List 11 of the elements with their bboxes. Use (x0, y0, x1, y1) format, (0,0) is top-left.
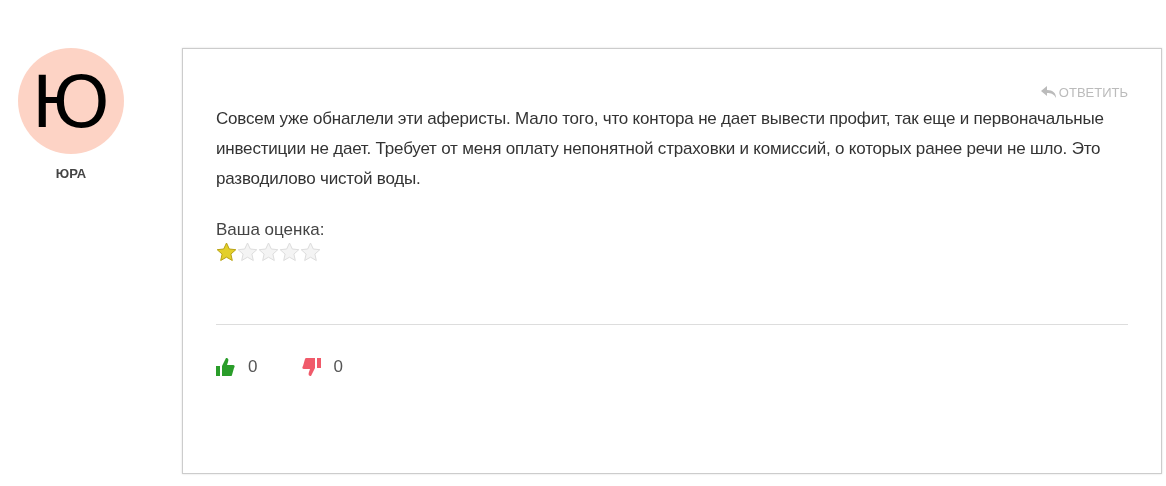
thumbs-up-icon[interactable] (216, 357, 236, 377)
star-icon[interactable] (216, 242, 237, 262)
like-count: 0 (248, 357, 258, 377)
rating-label: Ваша оценка: (216, 220, 326, 240)
avatar: Ю (18, 48, 124, 154)
dislike-count: 0 (333, 357, 343, 377)
thumbs-down-icon[interactable] (301, 357, 322, 377)
author-name: ЮРА (55, 166, 87, 181)
comment-text: Совсем уже обнаглели эти аферисты. Мало того, что контора не дает вывести профит, так еще и первоначальные инвестиции не дает. Требует от меня оплату непонятной страховки и комиссий, о которых ранее речи не шло. Это разводилово чистой воды. (216, 108, 1105, 190)
reply-arrow-icon (1040, 86, 1057, 99)
reply-button[interactable]: ОТВЕТИТЬ (1040, 85, 1128, 100)
